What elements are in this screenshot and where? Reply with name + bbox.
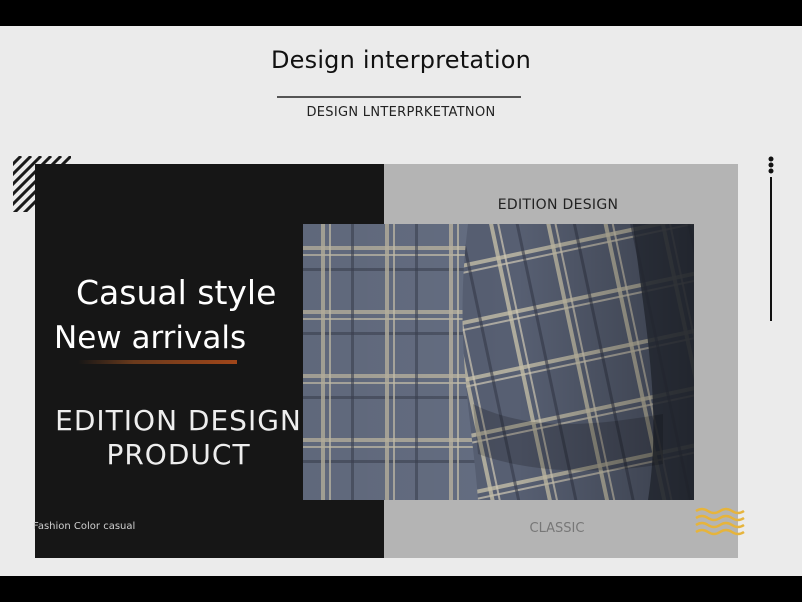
page-title: Design interpretation [270,46,532,74]
accent-underline [78,360,237,364]
page-subtitle: DESIGN LNTERPRKETATNON [306,105,496,120]
wave-lines-icon [695,507,745,536]
vertical-dots-line-icon [768,156,774,321]
plaid-fabric-photo [303,224,694,500]
headline-casual-style: Casual style [76,273,277,312]
fashion-caption: Fashion Color casual [33,521,136,532]
product-heading-line-2: PRODUCT [106,438,251,471]
letterbox-bottom [0,576,802,602]
headline-new-arrivals: New arrivals [54,320,247,356]
letterbox-top [0,0,802,26]
classic-label: CLASSIC [529,521,585,536]
slide: Design interpretation DESIGN LNTERPRKETA… [0,0,802,602]
product-heading-line-1: EDITION DESIGN [55,404,302,437]
product-heading: EDITION DESIGN PRODUCT [35,404,322,472]
title-divider [277,96,521,98]
edition-design-label: EDITION DESIGN [497,197,619,213]
